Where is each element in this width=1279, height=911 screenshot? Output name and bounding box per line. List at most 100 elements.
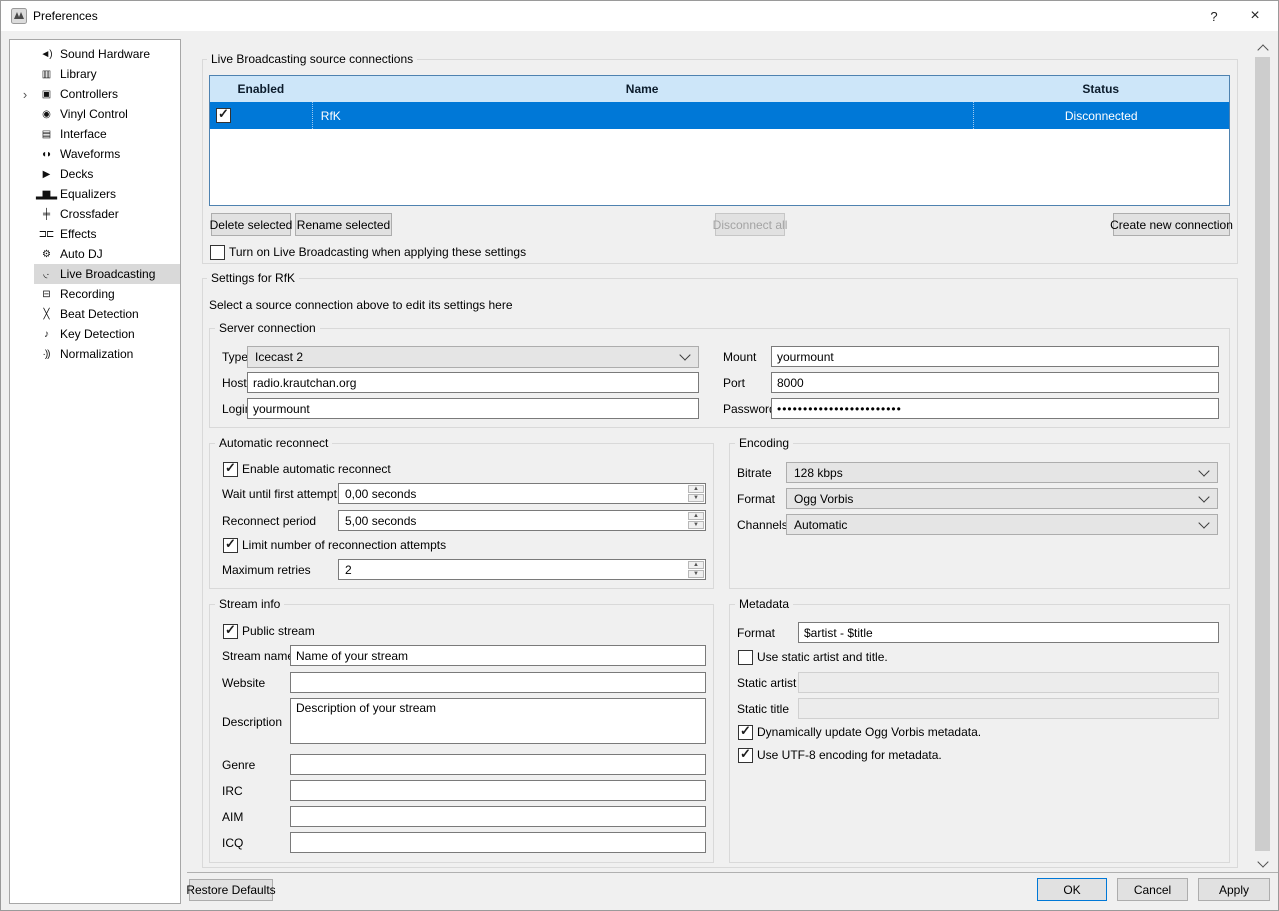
sidebar-item-equalizers[interactable]: ▂▆▂Equalizers <box>34 184 180 204</box>
genre-label: Genre <box>222 758 255 772</box>
help-button[interactable]: ? <box>1194 1 1234 31</box>
column-header-enabled[interactable]: Enabled <box>210 76 312 102</box>
spin-up-icon[interactable] <box>688 512 704 520</box>
use-static-artist-title-label: Use static artist and title. <box>757 650 888 664</box>
column-header-name[interactable]: Name <box>312 76 973 102</box>
app-icon <box>11 8 27 24</box>
bitrate-value: 128 kbps <box>794 466 843 480</box>
reconnect-period-spinbox[interactable]: 5,00 seconds <box>338 510 706 531</box>
website-input[interactable] <box>290 672 706 693</box>
spin-down-icon[interactable] <box>688 521 704 529</box>
expander-icon[interactable]: › <box>18 84 32 104</box>
sidebar-item-recording[interactable]: ⊟Recording <box>34 284 180 304</box>
public-stream-checkbox[interactable] <box>223 624 238 639</box>
bitrate-label: Bitrate <box>737 466 772 480</box>
enable-automatic-reconnect-checkbox[interactable] <box>223 462 238 477</box>
effects-icon: ⊐⊏ <box>34 229 58 240</box>
format-combobox[interactable]: Ogg Vorbis <box>786 488 1218 509</box>
sound-hardware-icon: ◄) <box>34 49 58 60</box>
maximum-retries-spinbox[interactable]: 2 <box>338 559 706 580</box>
stream-info-group-title: Stream info <box>215 597 284 611</box>
restore-defaults-button[interactable]: Restore Defaults <box>189 879 273 901</box>
utf8-metadata-checkbox[interactable] <box>738 748 753 763</box>
beat-detection-icon: ╳ <box>34 309 58 320</box>
static-artist-label: Static artist <box>737 676 796 690</box>
format-label: Format <box>737 492 775 506</box>
aim-label: AIM <box>222 810 243 824</box>
wait-until-first-attempt-spinbox[interactable]: 0,00 seconds <box>338 483 706 504</box>
spin-up-icon[interactable] <box>688 561 704 569</box>
scrollbar-thumb[interactable] <box>1255 57 1270 851</box>
password-input[interactable] <box>771 398 1219 419</box>
window-title: Preferences <box>33 9 98 23</box>
irc-input[interactable] <box>290 780 706 801</box>
vertical-scrollbar[interactable] <box>1254 39 1271 872</box>
channels-combobox[interactable]: Automatic <box>786 514 1218 535</box>
metadata-format-input[interactable] <box>798 622 1219 643</box>
password-label: Password <box>723 402 776 416</box>
sidebar-item-live-broadcasting[interactable]: ◟·Live Broadcasting <box>34 264 180 284</box>
mount-input[interactable] <box>771 346 1219 367</box>
key-detection-icon: ♪ <box>34 329 58 340</box>
metadata-group-title: Metadata <box>735 597 793 611</box>
bitrate-combobox[interactable]: 128 kbps <box>786 462 1218 483</box>
turn-on-broadcasting-checkbox[interactable] <box>210 245 225 260</box>
sidebar-item-controllers[interactable]: ›▣Controllers <box>34 84 180 104</box>
sidebar-item-crossfader[interactable]: ╪Crossfader <box>34 204 180 224</box>
sidebar-item-decks[interactable]: ▶Decks <box>34 164 180 184</box>
sidebar-item-interface[interactable]: ▤Interface <box>34 124 180 144</box>
stream-name-label: Stream name <box>222 649 294 663</box>
library-icon: ▥ <box>34 69 58 80</box>
sidebar-item-waveforms[interactable]: ◖◗Waveforms <box>34 144 180 164</box>
cancel-button[interactable]: Cancel <box>1117 878 1188 901</box>
spin-down-icon[interactable] <box>688 494 704 502</box>
sidebar-item-key-detection[interactable]: ♪Key Detection <box>34 324 180 344</box>
genre-input[interactable] <box>290 754 706 775</box>
type-label: Type <box>222 350 248 364</box>
host-input[interactable] <box>247 372 699 393</box>
limit-reconnection-attempts-checkbox[interactable] <box>223 538 238 553</box>
recording-icon: ⊟ <box>34 289 58 300</box>
sidebar-item-vinyl-control[interactable]: ◉Vinyl Control <box>34 104 180 124</box>
scroll-down-button[interactable] <box>1254 855 1271 872</box>
sidebar-item-normalization[interactable]: ·))Normalization <box>34 344 180 364</box>
close-button[interactable]: × <box>1232 1 1278 31</box>
delete-selected-button[interactable]: Delete selected <box>211 213 291 236</box>
aim-input[interactable] <box>290 806 706 827</box>
table-body: RfKDisconnected <box>210 102 1229 129</box>
static-artist-input <box>798 672 1219 693</box>
use-static-artist-title-checkbox[interactable] <box>738 650 753 665</box>
apply-button[interactable]: Apply <box>1198 878 1270 901</box>
icq-input[interactable] <box>290 832 706 853</box>
irc-label: IRC <box>222 784 243 798</box>
sidebar-item-effects[interactable]: ⊐⊏Effects <box>34 224 180 244</box>
static-title-label: Static title <box>737 702 789 716</box>
enabled-cell <box>210 102 312 129</box>
sidebar-item-auto-dj[interactable]: ⚙Auto DJ <box>34 244 180 264</box>
settings-hint: Select a source connection above to edit… <box>209 298 513 312</box>
sidebar-item-library[interactable]: ▥Library <box>34 64 180 84</box>
type-combobox[interactable]: Icecast 2 <box>247 346 699 368</box>
rename-selected-button[interactable]: Rename selected <box>295 213 392 236</box>
settings-group-title: Settings for RfK <box>207 271 299 285</box>
sidebar-item-beat-detection[interactable]: ╳Beat Detection <box>34 304 180 324</box>
sidebar-item-label: Interface <box>58 127 107 141</box>
mount-label: Mount <box>723 350 756 364</box>
sidebar-item-sound-hardware[interactable]: ◄)Sound Hardware <box>34 44 180 64</box>
stream-name-input[interactable] <box>290 645 706 666</box>
column-header-status[interactable]: Status <box>973 76 1230 102</box>
source-connections-group-title: Live Broadcasting source connections <box>207 52 417 66</box>
port-input[interactable] <box>771 372 1219 393</box>
spin-up-icon[interactable] <box>688 485 704 493</box>
sidebar-item-label: Effects <box>58 227 96 241</box>
scroll-up-button[interactable] <box>1254 39 1271 56</box>
connection-row[interactable]: RfKDisconnected <box>210 102 1229 129</box>
dynamically-update-metadata-checkbox[interactable] <box>738 725 753 740</box>
spin-down-icon[interactable] <box>688 570 704 578</box>
description-textarea[interactable]: Description of your stream <box>290 698 706 744</box>
turn-on-broadcasting-label: Turn on Live Broadcasting when applying … <box>229 245 526 259</box>
create-new-connection-button[interactable]: Create new connection <box>1113 213 1230 236</box>
ok-button[interactable]: OK <box>1037 878 1107 901</box>
login-input[interactable] <box>247 398 699 419</box>
connection-enabled-checkbox[interactable] <box>216 108 231 123</box>
